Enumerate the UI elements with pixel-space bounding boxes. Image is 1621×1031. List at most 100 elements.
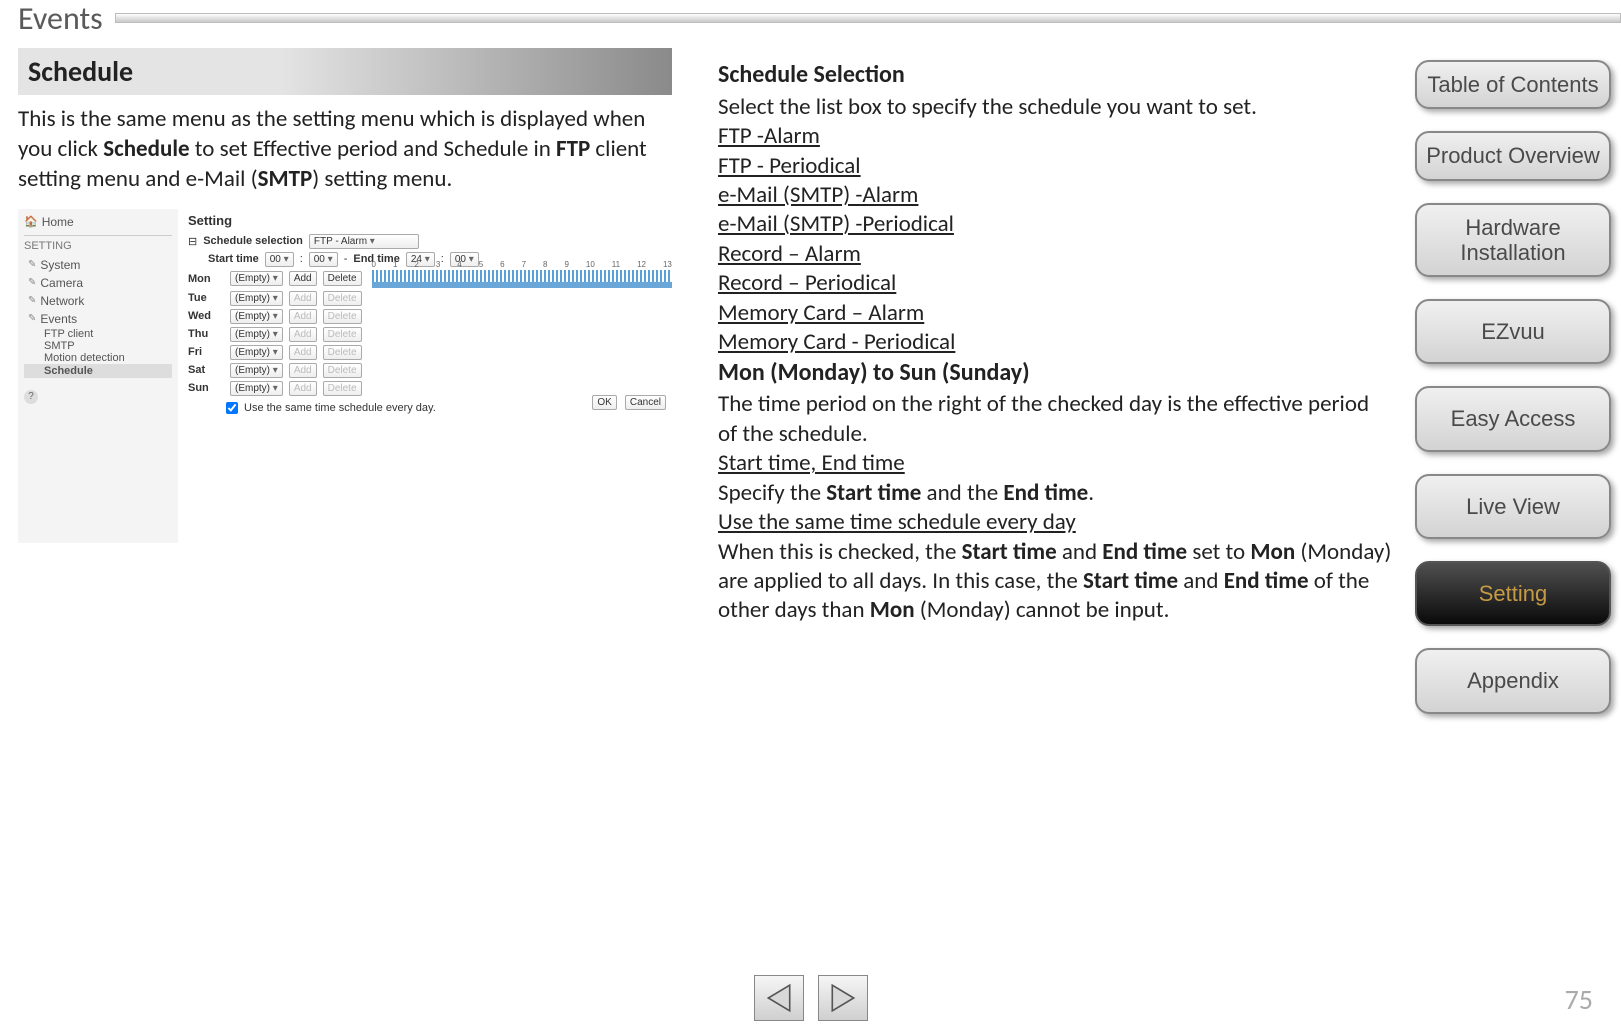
- ss-empty-select: (Empty): [230, 291, 283, 306]
- ss-empty-select: (Empty): [230, 381, 283, 396]
- prev-page-button[interactable]: [754, 975, 804, 1021]
- ss-ok-button: OK: [592, 395, 616, 410]
- ss-empty-select: (Empty): [230, 327, 283, 342]
- next-page-button[interactable]: [818, 975, 868, 1021]
- ss-use-same-checkbox: [226, 402, 238, 414]
- ss-sched-sel-value: FTP - Alarm: [309, 234, 419, 249]
- ss-add-button: Add: [289, 381, 317, 396]
- ss-main-title: Setting: [188, 213, 672, 228]
- ss-sub-schedule: Schedule: [24, 364, 172, 378]
- ss-day-label: Wed: [188, 310, 224, 322]
- ss-delete-button: Delete: [323, 309, 362, 324]
- nav-toc-button[interactable]: Table of Contents: [1415, 60, 1611, 109]
- ss-empty-select: (Empty): [230, 345, 283, 360]
- ss-row-fri: Fri (Empty) Add Delete: [188, 345, 672, 360]
- ss-help-icon: [24, 388, 172, 404]
- ss-timeline: 012345678910111213: [372, 270, 672, 288]
- nav-ezvuu-button[interactable]: EZvuu: [1415, 299, 1611, 364]
- page-title: Events: [18, 0, 115, 38]
- ss-start-min: 00: [309, 252, 338, 267]
- ss-day-label: Thu: [188, 328, 224, 340]
- seg-bold: Start time: [826, 479, 921, 507]
- ss-tick: 4: [457, 260, 461, 269]
- ss-sub-smtp: SMTP: [24, 340, 172, 352]
- ss-ok-row: OK Cancel: [592, 395, 666, 410]
- opt-ftp-periodical: FTP - Periodical: [718, 152, 1392, 181]
- heading-schedule-selection: Schedule Selection: [718, 60, 1392, 91]
- seg: and: [1178, 567, 1224, 595]
- intro-bold: FTP: [556, 135, 590, 163]
- seg: (Monday) cannot be input.: [915, 596, 1170, 624]
- embedded-screenshot: Home SETTING System Camera Network Event…: [18, 209, 672, 543]
- nav-hardware-button[interactable]: Hardware Installation: [1415, 203, 1611, 278]
- ss-tick: 12: [637, 260, 646, 269]
- ss-tick: 1: [393, 260, 397, 269]
- ss-delete-button: Delete: [323, 381, 362, 396]
- nav-column: Table of Contents Product Overview Hardw…: [1415, 60, 1611, 714]
- ss-delete-button: Delete: [323, 345, 362, 360]
- seg-bold: Start time: [962, 538, 1057, 566]
- text-p4: When this is checked, the Start time and…: [718, 538, 1392, 626]
- ss-item-events: Events: [24, 310, 172, 328]
- ss-empty-select: (Empty): [230, 363, 283, 378]
- nav-setting-button[interactable]: Setting: [1415, 561, 1611, 626]
- ss-item-system: System: [24, 256, 172, 274]
- triangle-left-icon: [766, 983, 792, 1013]
- ss-sidebar: Home SETTING System Camera Network Event…: [18, 209, 178, 543]
- ss-item-camera: Camera: [24, 274, 172, 292]
- triangle-right-icon: [830, 983, 856, 1013]
- ss-tick: 13: [663, 260, 672, 269]
- seg-bold: End time: [1224, 567, 1309, 595]
- opt-smtp-alarm: e-Mail (SMTP) -Alarm: [718, 181, 1392, 210]
- ss-add-button: Add: [289, 291, 317, 306]
- seg: .: [1088, 479, 1094, 507]
- opt-record-alarm: Record – Alarm: [718, 240, 1392, 269]
- ss-sub-ftp: FTP client: [24, 328, 172, 340]
- ss-sub-motion: Motion detection: [24, 352, 172, 364]
- ss-add-button: Add: [289, 271, 317, 286]
- ss-day-label: Fri: [188, 346, 224, 358]
- nav-easy-access-button[interactable]: Easy Access: [1415, 386, 1611, 451]
- seg: set to: [1187, 538, 1250, 566]
- ss-setting-label: SETTING: [24, 240, 172, 252]
- heading-mon-sun: Mon (Monday) to Sun (Sunday): [718, 358, 1392, 389]
- ss-tick: 8: [543, 260, 547, 269]
- ss-delete-button: Delete: [323, 291, 362, 306]
- section-header: Schedule: [18, 48, 672, 95]
- ss-row-sun: Sun(Empty)AddDelete: [188, 381, 672, 396]
- nav-appendix-button[interactable]: Appendix: [1415, 648, 1611, 713]
- seg-bold: End time: [1003, 479, 1088, 507]
- seg-bold: End time: [1102, 538, 1187, 566]
- ss-add-button: Add: [289, 345, 317, 360]
- ss-delete-button: Delete: [323, 363, 362, 378]
- text-p1: Select the list box to specify the sched…: [718, 93, 1392, 122]
- ss-row-wed: Wed(Empty)AddDelete: [188, 309, 672, 324]
- left-column: Schedule This is the same menu as the se…: [18, 48, 672, 543]
- ss-add-button: Add: [289, 327, 317, 342]
- ss-use-same-label: Use the same time schedule every day.: [244, 402, 436, 414]
- ss-row-tue: Tue(Empty)AddDelete: [188, 291, 672, 306]
- opt-ftp-alarm: FTP -Alarm: [718, 122, 1392, 151]
- ss-main: Setting ⊟ Schedule selection FTP - Alarm…: [188, 209, 672, 414]
- seg-bold: Mon: [1250, 538, 1295, 566]
- ss-day-label: Sat: [188, 364, 224, 376]
- seg-bold: Mon: [870, 596, 915, 624]
- ss-expander: ⊟: [188, 235, 197, 248]
- ss-item-network: Network: [24, 292, 172, 310]
- ss-tick: 0: [372, 260, 376, 269]
- seg: Specify the: [718, 479, 826, 507]
- seg: and: [1057, 538, 1103, 566]
- ss-delete-button: Delete: [323, 271, 362, 286]
- ss-tick: 11: [612, 260, 620, 269]
- nav-live-view-button[interactable]: Live View: [1415, 474, 1611, 539]
- ss-empty-select: (Empty): [230, 309, 283, 324]
- ss-row-thu: Thu(Empty)AddDelete: [188, 327, 672, 342]
- ss-row-schedule-select: ⊟ Schedule selection FTP - Alarm: [188, 234, 672, 249]
- page-number: 75: [1565, 982, 1593, 1017]
- opt-memory-periodical: Memory Card - Periodical: [718, 328, 1392, 357]
- ss-divider: [24, 235, 172, 236]
- ss-tick: 9: [564, 260, 568, 269]
- intro-segment: to set Effective period and Schedule in: [190, 135, 556, 163]
- nav-product-button[interactable]: Product Overview: [1415, 131, 1611, 180]
- ss-tick: 5: [479, 260, 483, 269]
